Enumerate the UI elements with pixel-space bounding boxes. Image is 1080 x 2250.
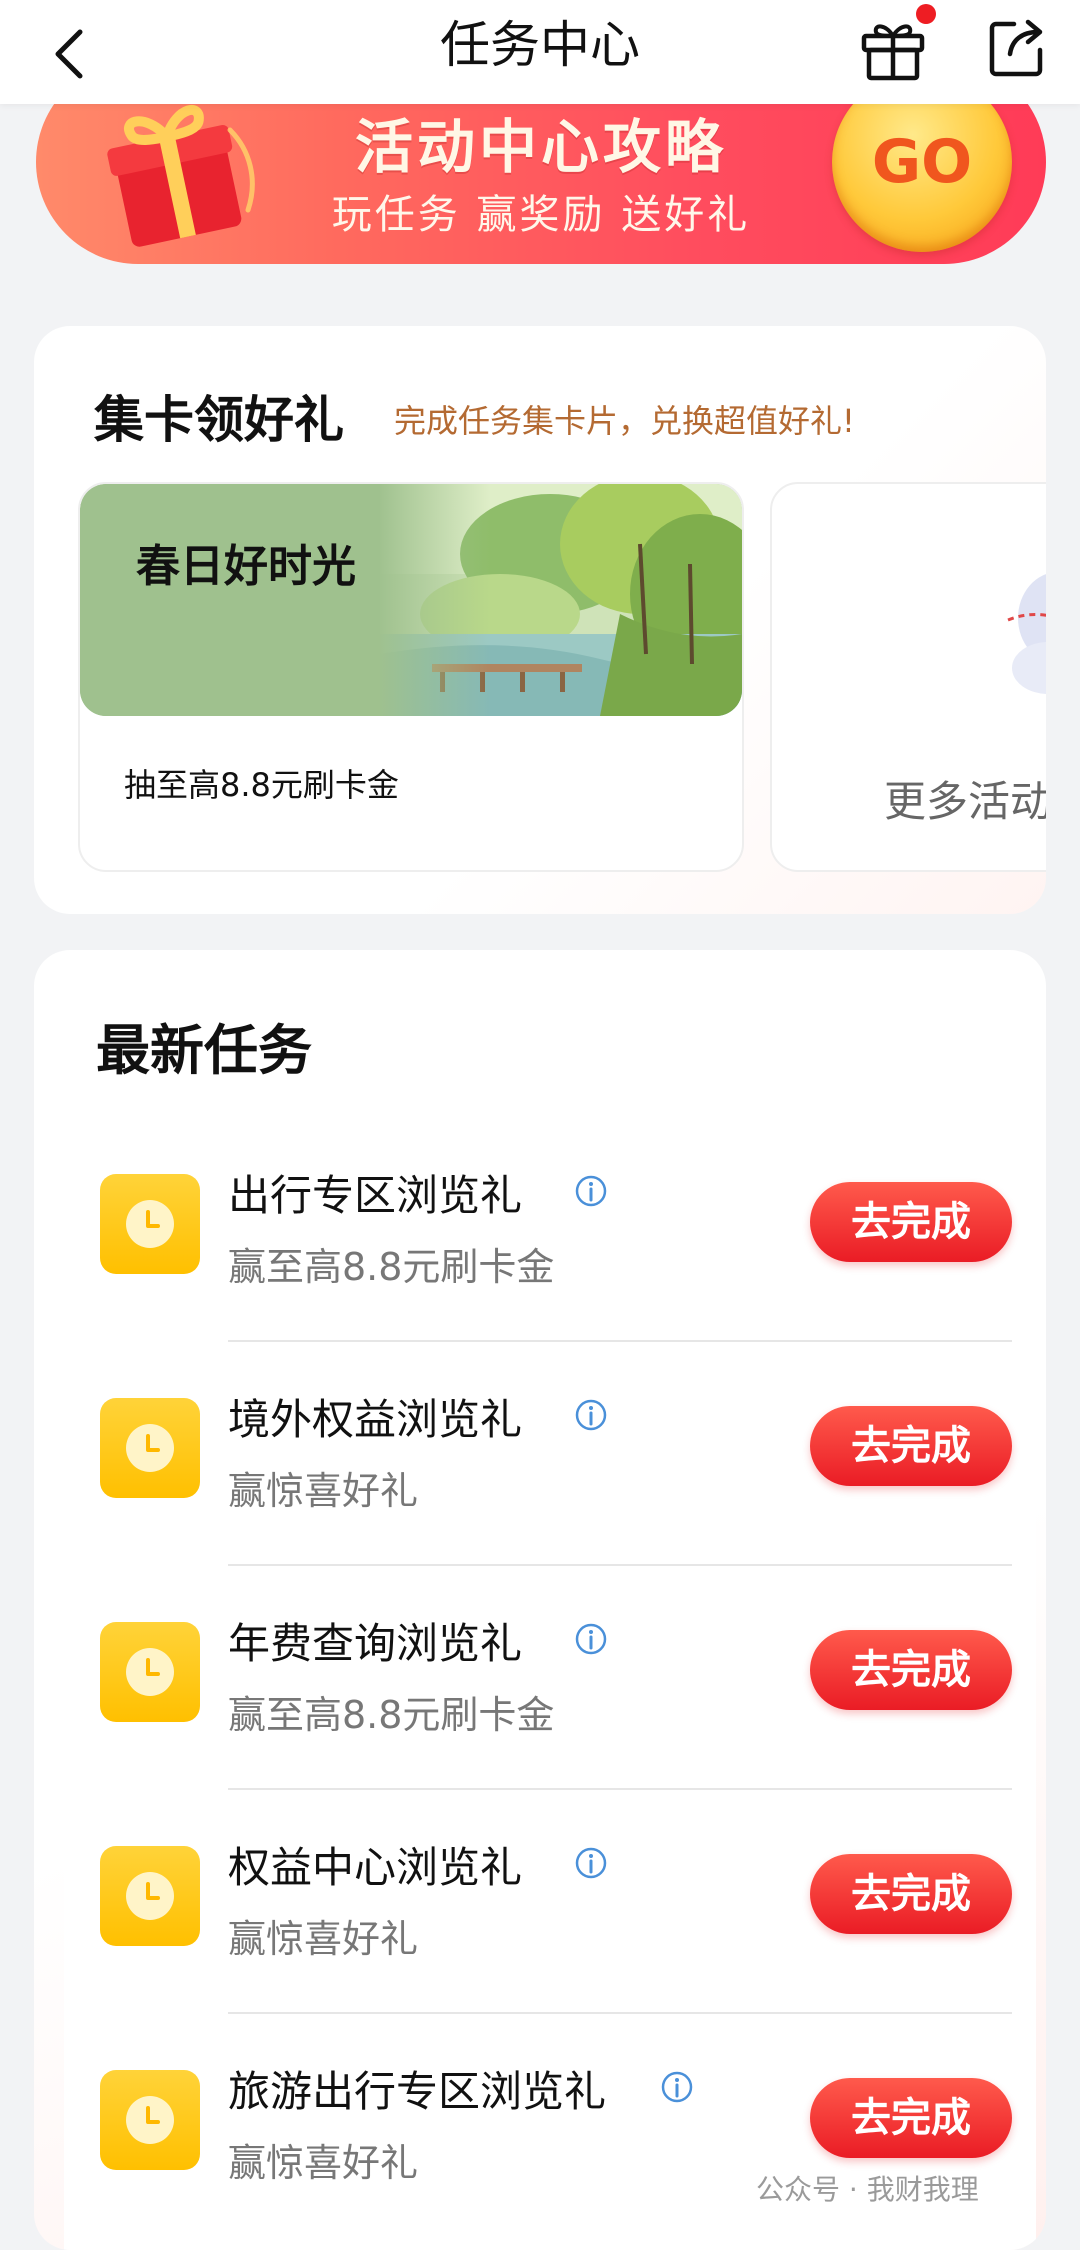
task-icon [100, 1622, 200, 1722]
info-icon[interactable] [574, 1174, 608, 1208]
complete-task-button[interactable]: 去完成 [810, 2078, 1012, 2158]
task-row: 年费查询浏览礼 赢至高8.8元刷卡金 去完成 [64, 1566, 1036, 1790]
activity-card-spring[interactable]: 春日好时光 抽至高8.8元刷卡金 [78, 482, 744, 872]
task-name: 出行专区浏览礼 [228, 1171, 523, 1220]
info-icon[interactable] [660, 2070, 694, 2104]
task-icon [100, 1846, 200, 1946]
complete-task-button[interactable]: 去完成 [810, 1630, 1012, 1710]
card-collection-section: 集卡领好礼 完成任务集卡片，兑换超值好礼! 春日好时光 抽至高8.8元刷卡金 更… [34, 326, 1046, 914]
task-icon [100, 2070, 200, 2170]
complete-task-button[interactable]: 去完成 [810, 1854, 1012, 1934]
task-reward: 赢至高8.8元刷卡金 [228, 1245, 555, 1289]
clock-icon [126, 1200, 174, 1248]
complete-task-button[interactable]: 去完成 [810, 1182, 1012, 1262]
task-reward: 赢惊喜好礼 [228, 2141, 419, 2185]
task-reward: 赢惊喜好礼 [228, 1917, 419, 1961]
top-bar: 任务中心 [0, 0, 1080, 104]
notification-dot [916, 4, 936, 24]
info-icon[interactable] [574, 1622, 608, 1656]
task-row: 境外权益浏览礼 赢惊喜好礼 去完成 [64, 1342, 1036, 1566]
activity-description: 抽至高8.8元刷卡金 [124, 766, 399, 804]
task-icon [100, 1398, 200, 1498]
task-reward: 赢至高8.8元刷卡金 [228, 1693, 555, 1737]
task-reward: 赢惊喜好礼 [228, 1469, 419, 1513]
task-name: 旅游出行专区浏览礼 [228, 2067, 607, 2116]
info-icon[interactable] [574, 1398, 608, 1432]
clock-icon [126, 1872, 174, 1920]
activity-name: 春日好时光 [136, 541, 356, 592]
complete-task-button[interactable]: 去完成 [810, 1406, 1012, 1486]
task-row: 出行专区浏览礼 赢至高8.8元刷卡金 去完成 [64, 1118, 1036, 1342]
info-icon[interactable] [574, 1846, 608, 1880]
clock-icon [126, 1648, 174, 1696]
section-title: 集卡领好礼 [94, 391, 344, 449]
task-row: 权益中心浏览礼 赢惊喜好礼 去完成 [64, 1790, 1036, 2014]
section-subtitle: 完成任务集卡片，兑换超值好礼! [394, 402, 855, 440]
watermark: 公众号 · 我财我理 [756, 2173, 979, 2206]
task-name: 境外权益浏览礼 [228, 1395, 523, 1444]
landscape-illustration [80, 484, 742, 716]
task-icon [100, 1174, 200, 1274]
activity-card-illustration: 春日好时光 [80, 484, 742, 716]
clock-icon [126, 1424, 174, 1472]
more-activities-label: 更多活动 [884, 777, 1046, 826]
task-name: 年费查询浏览礼 [228, 1619, 523, 1668]
tasks-title: 最新任务 [96, 1019, 312, 1082]
share-icon [989, 19, 1043, 77]
share-button[interactable] [980, 10, 1054, 84]
task-list: 出行专区浏览礼 赢至高8.8元刷卡金 去完成 境外权益浏览礼 赢惊喜好礼 去完成… [64, 1118, 1036, 2250]
task-name: 权益中心浏览礼 [228, 1843, 523, 1892]
clock-icon [126, 2096, 174, 2144]
decoration-icon [1007, 574, 1046, 694]
latest-tasks-section: 最新任务 出行专区浏览礼 赢至高8.8元刷卡金 去完成 境外权益浏览礼 赢惊喜好… [34, 950, 1046, 2250]
more-activities-card[interactable]: 更多活动 [770, 482, 1046, 872]
